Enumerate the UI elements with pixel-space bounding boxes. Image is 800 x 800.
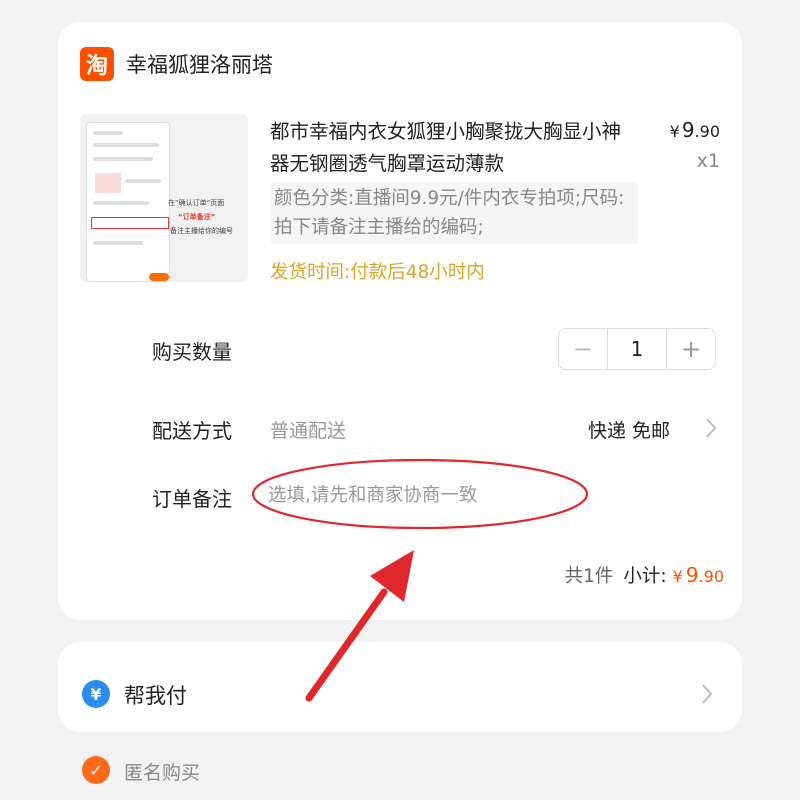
delivery-method[interactable]: 快递 免邮	[588, 416, 670, 443]
shipping-time: 发货时间:付款后48小时内	[270, 262, 485, 283]
thumb-highlight-box	[91, 217, 169, 229]
quantity-label: 购买数量	[152, 340, 232, 364]
thumb-caption-3: 备注主播给你的编号	[170, 227, 233, 235]
price-decimal: .90	[694, 122, 720, 141]
order-note-input[interactable]	[268, 478, 568, 512]
product-price: ¥9.90	[670, 118, 720, 142]
quantity-plus-button[interactable]: +	[666, 329, 715, 369]
order-note-label: 订单备注	[152, 487, 232, 511]
thumb-line	[93, 241, 143, 245]
order-card	[58, 22, 742, 620]
price-integer: 9	[681, 118, 695, 142]
delivery-type: 普通配送	[270, 420, 347, 442]
product-title[interactable]: 都市幸福内衣女狐狸小胸聚拢大胸显小神器无钢圈透气胸罩运动薄款	[270, 116, 640, 180]
quantity-stepper: − 1 +	[558, 328, 716, 370]
subtotal-label: 小计:	[623, 566, 667, 587]
delivery-label: 配送方式	[152, 419, 232, 443]
product-quantity: x1	[696, 150, 720, 172]
subtotal-decimal: .90	[698, 567, 724, 586]
thumbnail-screenshot-panel	[86, 122, 170, 282]
thumb-product-image	[95, 173, 121, 193]
thumb-line	[125, 179, 161, 183]
subtotal-currency: ¥	[672, 567, 683, 586]
chevron-right-icon[interactable]	[704, 416, 718, 440]
pay-for-me-label[interactable]: 帮我付	[124, 680, 187, 710]
item-count: 共1件	[564, 566, 614, 587]
subtotal-amount: ¥9.90	[673, 563, 724, 587]
thumb-line	[93, 201, 149, 205]
thumb-line	[93, 131, 123, 135]
product-spec[interactable]: 颜色分类:直播间9.9元/件内衣专拍项;尺码:拍下请备注主播给的编码;	[270, 182, 638, 244]
thumb-submit-button	[149, 273, 169, 281]
order-summary: 共1件 小计: ¥9.90	[565, 562, 724, 588]
anonymous-purchase-label[interactable]: 匿名购买	[124, 758, 200, 785]
taobao-logo-icon: 淘	[80, 47, 114, 81]
thumb-caption-1: 在“确认订单”页面	[168, 199, 225, 207]
thumb-caption-2: “订单备注”	[178, 213, 216, 221]
anonymous-checkbox[interactable]: ✓	[82, 756, 110, 784]
yen-circle-icon: ¥	[82, 680, 110, 708]
shop-header[interactable]: 淘 幸福狐狸洛丽塔	[80, 46, 273, 82]
checkmark-icon: ✓	[89, 760, 103, 780]
chevron-right-icon[interactable]	[700, 682, 714, 706]
price-currency: ¥	[669, 122, 680, 141]
quantity-value[interactable]: 1	[608, 329, 666, 369]
thumb-line	[93, 157, 153, 161]
thumb-line	[93, 143, 159, 147]
product-thumbnail[interactable]: 在“确认订单”页面 “订单备注” 备注主播给你的编号	[80, 114, 248, 282]
quantity-minus-button[interactable]: −	[559, 329, 608, 369]
subtotal-integer: 9	[685, 563, 699, 587]
shop-name[interactable]: 幸福狐狸洛丽塔	[126, 49, 273, 79]
